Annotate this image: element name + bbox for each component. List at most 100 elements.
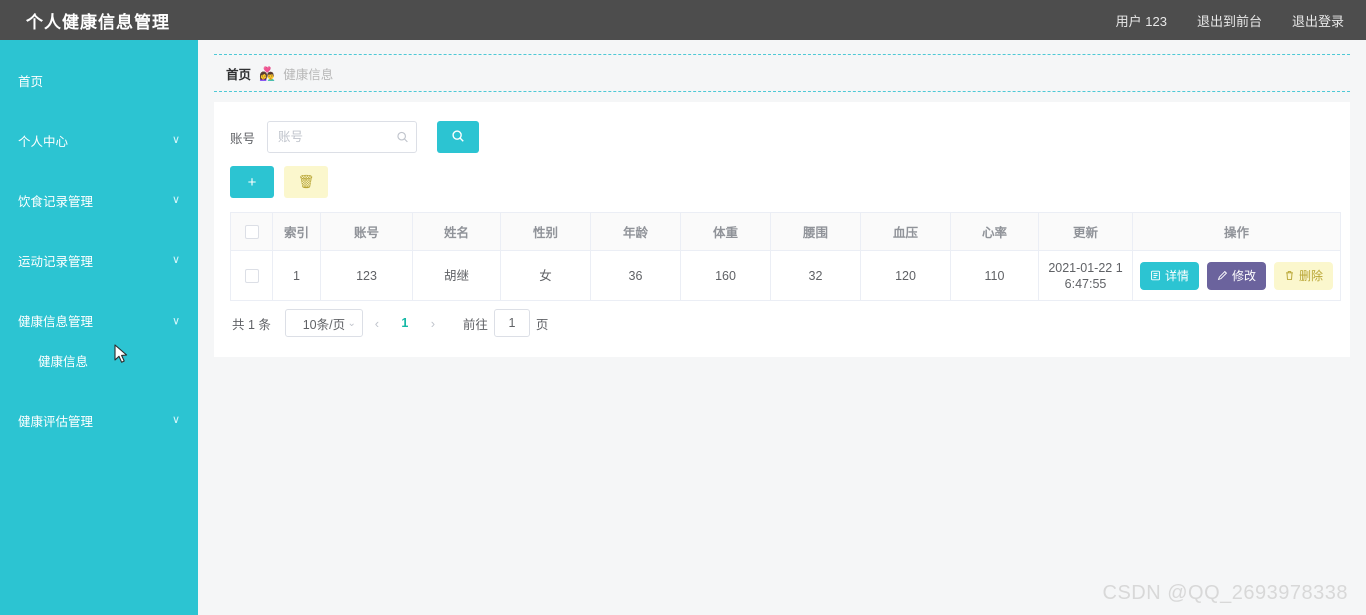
table-header-name: 姓名: [412, 212, 501, 251]
header-logout[interactable]: 退出登录: [1292, 11, 1344, 30]
main-content: 首页 👩‍❤️‍👨 健康信息 账号: [198, 40, 1366, 615]
table-header-index: 索引: [272, 212, 321, 251]
detail-button[interactable]: 详情: [1139, 261, 1199, 290]
detail-button-label: 详情: [1164, 269, 1189, 283]
cell-heart-rate: 110: [950, 250, 1039, 301]
chevron-down-icon: ⌄: [347, 317, 356, 329]
table-header-waist: 腰围: [770, 212, 861, 251]
search-button[interactable]: [437, 121, 480, 153]
row-checkbox[interactable]: [244, 269, 259, 284]
page-number-1[interactable]: 1: [391, 309, 419, 337]
page-size-select[interactable]: 10条/页 ⌄: [284, 309, 363, 337]
add-button[interactable]: +: [230, 166, 274, 198]
content-card: 账号 账号 + 🗑 索引 账号 姓名 性别 年龄 体重 腰围 血压 心率 更新 …: [214, 102, 1350, 357]
chevron-down-icon: ∨: [171, 193, 180, 206]
table-header-row: 索引 账号 姓名 性别 年龄 体重 腰围 血压 心率 更新 操作: [230, 212, 1341, 251]
pagination-total: 共 1 条: [232, 317, 271, 332]
top-header-bar: 个人健康信息管理 用户 123 退出到前台 退出登录: [0, 0, 1366, 40]
header-nav: 用户 123 退出到前台 退出登录: [1086, 11, 1366, 30]
sidebar-item-health-assessment[interactable]: 健康评估管理 ∨: [0, 400, 198, 440]
select-all-checkbox[interactable]: [244, 224, 259, 239]
delete-button[interactable]: 删除: [1274, 261, 1334, 290]
sidebar-item-label: 健康信息管理: [18, 314, 94, 329]
sidebar-item-health-info-mgmt[interactable]: 健康信息管理 ∧: [0, 300, 198, 340]
trash-icon: 🗑: [297, 174, 315, 189]
goto-label: 前往: [462, 317, 488, 332]
cell-updated: 2021-01-22 16:47:55: [1038, 250, 1133, 301]
table-header-updated: 更新: [1038, 212, 1133, 251]
cell-operations: 详情 修改 删除: [1133, 251, 1341, 301]
sidebar-item-label: 饮食记录管理: [18, 194, 94, 209]
search-input[interactable]: [268, 122, 417, 152]
table-header-weight: 体重: [680, 212, 771, 251]
cell-blood-pressure: 120: [860, 250, 951, 301]
page-size-label: 10条/页: [302, 317, 346, 332]
table-header-select-all: [230, 212, 273, 251]
cell-age: 36: [590, 250, 681, 301]
cell-account: 123: [320, 250, 413, 301]
app-root: 个人健康信息管理 用户 123 退出到前台 退出登录 首页 个人中心 ∨ 饮食记…: [0, 0, 1366, 615]
goto-page-input[interactable]: [493, 309, 530, 337]
header-user-name[interactable]: 用户 123: [1116, 11, 1167, 30]
sidebar-nav: 首页 个人中心 ∨ 饮食记录管理 ∨ 运动记录管理 ∨ 健康信息管理 ∧ 健康信…: [0, 40, 198, 615]
table-header-operations: 操作: [1132, 212, 1341, 251]
sidebar-gap-1: [0, 100, 198, 120]
document-icon: [1150, 270, 1161, 281]
table-toolbar: + 🗑: [230, 166, 1334, 198]
chevron-down-icon: ∨: [171, 133, 180, 146]
sidebar-item-label: 个人中心: [18, 134, 69, 149]
breadcrumb: 首页 👩‍❤️‍👨 健康信息: [214, 54, 1350, 92]
sidebar-item-label: 首页: [18, 74, 44, 89]
couple-with-heart-icon: 👩‍❤️‍👨: [259, 65, 276, 81]
breadcrumb-home[interactable]: 首页: [226, 64, 251, 83]
page-unit-label: 页: [535, 317, 549, 332]
batch-delete-button[interactable]: 🗑: [284, 166, 328, 198]
table-row: 1 123 胡继 女 36 160 32 120 110 2021-01-22 …: [230, 250, 1341, 301]
sidebar-item-diet-records[interactable]: 饮食记录管理 ∨: [0, 180, 198, 220]
delete-button-label: 删除: [1299, 269, 1324, 283]
sidebar-item-label: 运动记录管理: [18, 254, 94, 269]
chevron-down-icon: ∨: [171, 413, 180, 426]
sidebar-top-spacer: [0, 40, 198, 60]
edit-button-label: 修改: [1231, 269, 1256, 283]
trash-icon: [1284, 270, 1295, 281]
row-action-group: 详情 修改 删除: [1139, 261, 1334, 290]
table-header-gender: 性别: [500, 212, 591, 251]
sidebar-item-label: 健康评估管理: [18, 414, 94, 429]
cell-name: 胡继: [412, 250, 501, 301]
prev-page-button[interactable]: ‹: [363, 309, 391, 337]
sidebar-item-home[interactable]: 首页: [0, 60, 198, 100]
row-select-cell: [230, 250, 273, 301]
sidebar-item-personal-center[interactable]: 个人中心 ∨: [0, 120, 198, 160]
app-title: 个人健康信息管理: [26, 12, 170, 32]
header-exit-to-frontend[interactable]: 退出到前台: [1197, 11, 1262, 30]
table-header-age: 年龄: [590, 212, 681, 251]
cell-weight: 160: [680, 250, 771, 301]
search-bar: 账号: [230, 120, 1334, 154]
sidebar-item-health-info[interactable]: 健康信息: [0, 340, 198, 380]
table-header-blood-pressure: 血压: [860, 212, 951, 251]
chevron-up-icon: ∧: [171, 314, 180, 327]
sidebar-gap-4: [0, 280, 198, 300]
table-header-heart-rate: 心率: [950, 212, 1039, 251]
sidebar-gap-2: [0, 160, 198, 180]
sidebar-gap-5: [0, 380, 198, 400]
cell-gender: 女: [500, 250, 591, 301]
sidebar-gap-3: [0, 220, 198, 240]
pencil-icon: [1217, 270, 1228, 281]
breadcrumb-current: 健康信息: [283, 67, 334, 82]
search-input-wrapper[interactable]: [267, 121, 418, 153]
search-icon: [396, 131, 409, 144]
cell-waist: 32: [770, 250, 861, 301]
table-header-account: 账号: [320, 212, 413, 251]
cell-index: 1: [272, 250, 321, 301]
search-icon: [451, 129, 465, 146]
sidebar-item-exercise-records[interactable]: 运动记录管理 ∨: [0, 240, 198, 280]
edit-button[interactable]: 修改: [1206, 261, 1266, 290]
health-info-table: 索引 账号 姓名 性别 年龄 体重 腰围 血压 心率 更新 操作 1 123 胡…: [230, 212, 1341, 301]
plus-icon: +: [247, 173, 257, 191]
next-page-button[interactable]: ›: [419, 309, 447, 337]
pagination-bar: 共 1 条 10条/页 ⌄ ‹ 1 › 前往 页: [230, 301, 1334, 345]
sidebar-item-label: 健康信息: [38, 354, 89, 369]
search-field-label: 账号: [230, 131, 256, 146]
